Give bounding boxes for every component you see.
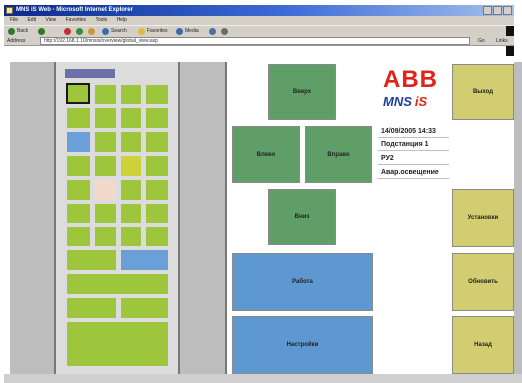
feeder-cell[interactable] — [67, 156, 90, 176]
back-button[interactable]: Назад — [452, 316, 514, 374]
menu-edit[interactable]: Edit — [27, 17, 36, 23]
menu-tools[interactable]: Tools — [95, 17, 107, 23]
title-bar: MNS iS Web - Microsoft Internet Explorer — [4, 5, 514, 16]
feeder-cell[interactable] — [67, 322, 168, 366]
feeder-cell[interactable] — [121, 227, 141, 246]
refresh-icon[interactable] — [76, 28, 83, 35]
settings-mode-button[interactable]: Настройки — [232, 316, 373, 374]
feeder-cell[interactable] — [67, 204, 90, 223]
spacer-panel — [180, 62, 225, 374]
nav-down-button[interactable]: Вниз — [268, 189, 336, 245]
menu-file[interactable]: File — [10, 17, 18, 23]
go-button[interactable]: Go — [478, 37, 494, 45]
feeder-cell[interactable] — [146, 227, 168, 246]
divider — [225, 62, 227, 374]
refresh-button[interactable]: Обновить — [452, 253, 514, 311]
feeder-cell[interactable] — [146, 156, 168, 176]
forward-arrow-icon[interactable] — [38, 28, 45, 35]
switchgear-header-bar — [65, 69, 115, 78]
is-logo-text: iS — [414, 94, 428, 109]
feeder-cell[interactable] — [146, 180, 168, 200]
feeder-cell[interactable] — [67, 180, 90, 200]
feeder-cell-selected[interactable] — [66, 83, 90, 104]
history-icon[interactable] — [209, 28, 216, 35]
feeder-cell[interactable] — [146, 85, 168, 104]
exit-button[interactable]: Выход — [452, 64, 514, 120]
browser-window: MNS iS Web - Microsoft Internet Explorer… — [0, 0, 522, 383]
install-button[interactable]: Установки — [452, 189, 514, 247]
feeder-cell-active[interactable] — [121, 250, 168, 270]
address-input[interactable] — [40, 37, 470, 45]
stop-icon[interactable] — [64, 28, 71, 35]
feeder-name-label: Авар.освещение — [378, 167, 449, 179]
status-bar — [4, 374, 522, 383]
feeder-cell[interactable] — [121, 132, 141, 152]
switchgear-label: РУ2 — [378, 153, 449, 165]
feeder-cell[interactable] — [95, 85, 116, 104]
media-icon[interactable] — [176, 28, 183, 35]
nav-left-button[interactable]: Влево — [232, 126, 300, 183]
window-controls — [482, 6, 512, 15]
links-button[interactable]: Links — [496, 36, 508, 46]
page-scrollbar[interactable] — [514, 62, 522, 374]
substation-label: Подстанция 1 — [378, 139, 449, 151]
feeder-cell[interactable] — [67, 250, 116, 270]
address-label: Address — [7, 38, 26, 44]
mns-logo-text: MNS — [383, 94, 412, 109]
feeder-cell[interactable] — [95, 227, 116, 246]
feeder-cell[interactable] — [121, 180, 141, 200]
feeder-cell[interactable] — [121, 204, 141, 223]
feeder-cell[interactable] — [95, 156, 116, 176]
address-bar: Address Go Links — [4, 36, 514, 46]
favorites-star-icon[interactable] — [138, 28, 145, 35]
feeder-cell[interactable] — [67, 227, 90, 246]
nav-toolbar: Back Search Favorites Media — [4, 25, 514, 56]
menu-view[interactable]: View — [45, 17, 56, 23]
menu-bar: File Edit View Favorites Tools Help — [4, 16, 514, 25]
nav-up-button[interactable]: Вверх — [268, 64, 336, 120]
back-arrow-icon[interactable] — [8, 28, 15, 35]
feeder-cell[interactable] — [95, 108, 116, 128]
mns-is-logo: MNS iS — [383, 94, 427, 109]
minimize-icon[interactable] — [483, 6, 492, 15]
feeder-cell[interactable] — [67, 108, 90, 128]
feeder-cell[interactable] — [146, 132, 168, 152]
ie-icon — [6, 7, 13, 14]
nav-right-button[interactable]: Вправо — [305, 126, 372, 183]
feeder-cell[interactable] — [67, 298, 116, 318]
feeder-cell-warning[interactable] — [121, 156, 141, 176]
left-margin-panel — [10, 62, 54, 374]
menu-favorites[interactable]: Favorites — [66, 17, 87, 23]
maximize-icon[interactable] — [493, 6, 502, 15]
feeder-cell-active[interactable] — [67, 132, 90, 152]
feeder-cell[interactable] — [95, 204, 116, 223]
abb-logo: ABB — [383, 66, 438, 93]
feeder-cell[interactable] — [67, 274, 168, 294]
feeder-cell[interactable] — [121, 108, 141, 128]
datetime-display: 14/09/2005 14:33 — [378, 126, 449, 138]
feeder-cell[interactable] — [121, 298, 168, 318]
menu-help[interactable]: Help — [117, 17, 127, 23]
search-icon[interactable] — [102, 28, 109, 35]
feeder-cell[interactable] — [121, 85, 141, 104]
close-icon[interactable] — [503, 6, 512, 15]
feeder-cell[interactable] — [146, 108, 168, 128]
home-icon[interactable] — [88, 28, 95, 35]
feeder-cell-inactive[interactable] — [95, 180, 116, 200]
feeder-cell[interactable] — [95, 132, 116, 152]
window-title: MNS iS Web - Microsoft Internet Explorer — [16, 7, 133, 13]
feeder-cell[interactable] — [146, 204, 168, 223]
work-mode-button[interactable]: Работа — [232, 253, 373, 311]
mail-icon[interactable] — [221, 28, 228, 35]
